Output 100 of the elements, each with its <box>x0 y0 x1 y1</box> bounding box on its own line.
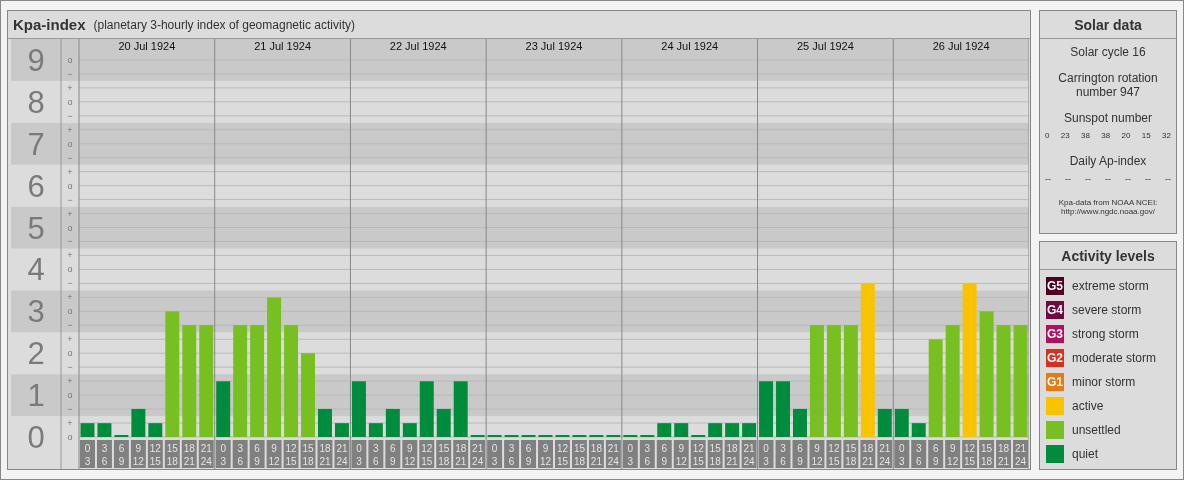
time-slot-label: 9 12 <box>538 440 553 468</box>
y-axis-label: 7 <box>27 126 45 162</box>
sublevel-label: − <box>67 68 73 79</box>
date-label: 25 Jul 1924 <box>797 40 854 52</box>
sublevel-label: o <box>67 180 73 191</box>
sunspot-value: 38 <box>1081 131 1090 140</box>
sunspot-value: 38 <box>1101 131 1111 140</box>
sublevel-label: + <box>67 124 73 135</box>
y-axis-label: 3 <box>27 294 45 330</box>
date-label: 22 Jul 1924 <box>389 40 447 52</box>
sublevel-label: − <box>67 362 73 373</box>
level-badge: G2 <box>1046 349 1064 367</box>
sublevel-label: + <box>67 82 73 93</box>
sublevel-label: o <box>67 348 73 359</box>
time-slot-label: 12 15 <box>962 440 978 468</box>
sunspot-value: 23 <box>1060 131 1070 140</box>
y-axis-label: 0 <box>27 420 45 455</box>
sunspot-value: 32 <box>1162 131 1171 140</box>
sublevel-label: o <box>67 54 73 65</box>
level-label: quiet <box>1072 447 1099 461</box>
time-slot-label: 21 24 <box>1013 440 1028 468</box>
time-slot-label: 18 21 <box>860 440 876 468</box>
sublevel-label: + <box>67 418 73 429</box>
time-slot-label: 9 12 <box>809 440 825 468</box>
sublevel-label: + <box>67 166 73 177</box>
y-axis-label: 2 <box>27 336 45 372</box>
source-url: http://www.ngdc.noaa.gov/ <box>1061 207 1155 216</box>
date-label: 26 Jul 1924 <box>932 40 990 52</box>
date-label: 23 Jul 1924 <box>525 40 583 52</box>
ap-index-value: -- <box>1105 174 1111 184</box>
level-label: strong storm <box>1072 327 1139 341</box>
y-axis-label: 4 <box>27 252 45 288</box>
sublevel-label: o <box>67 264 73 275</box>
time-slot-label: 0 3 <box>351 440 367 468</box>
date-label: 24 Jul 1924 <box>661 40 719 52</box>
level-badge: G1 <box>1046 373 1064 391</box>
level-badge: G3 <box>1046 325 1064 343</box>
time-slot-label: 15 18 <box>843 440 859 468</box>
ap-index-label: Daily Ap-index <box>1069 154 1147 168</box>
time-slot-label: 0 3 <box>487 440 503 468</box>
y-axis-label: 5 <box>27 210 45 246</box>
panel-title: Activity levels <box>1040 242 1176 270</box>
time-slot-label: 12 15 <box>826 440 842 468</box>
sublevel-label: o <box>67 306 73 317</box>
time-slot-label: 15 18 <box>979 440 995 468</box>
date-label: 21 Jul 1924 <box>254 40 311 52</box>
time-slot-label: 9 12 <box>402 440 418 468</box>
panel-title: Kpa-index <box>13 16 86 33</box>
y-axis-label: 8 <box>27 84 45 120</box>
sublevel-label: o <box>67 432 73 442</box>
sublevel-label: − <box>67 194 73 205</box>
sunspot-label: Sunspot number <box>1063 111 1153 125</box>
sublevel-label: − <box>67 320 73 331</box>
source-note: Kpa-data from NOAA NCEI: <box>1058 198 1158 207</box>
time-slot-label: 3 6 <box>911 440 927 468</box>
sublevel-label: − <box>67 278 73 289</box>
panel-title: Solar data <box>1040 11 1176 39</box>
level-badge: G5 <box>1046 277 1064 295</box>
sublevel-label: + <box>67 334 73 345</box>
level-label: active <box>1072 399 1104 413</box>
sublevel-label: + <box>67 292 73 303</box>
sublevel-label: − <box>67 110 73 121</box>
time-slot-label: 0 3 <box>80 440 95 468</box>
time-slot-label: 6 9 <box>385 440 401 468</box>
ap-index-value: -- <box>1065 174 1071 184</box>
carrington-rotation-text: Carrington rotation number 947 <box>1058 71 1158 99</box>
time-slot-label: 18 21 <box>453 440 469 468</box>
time-slot-label: 21 24 <box>877 440 893 468</box>
sublevel-label: o <box>67 222 73 233</box>
sublevel-label: o <box>67 138 73 149</box>
sunspot-value: 20 <box>1121 131 1131 140</box>
time-slot-label: 15 18 <box>436 440 452 468</box>
time-slot-label: 12 15 <box>419 440 435 468</box>
ap-index-value: -- <box>1165 174 1171 184</box>
ap-index-value: -- <box>1085 174 1091 184</box>
date-label: 20 Jul 1924 <box>118 40 176 52</box>
sublevel-label: − <box>67 152 73 163</box>
time-slot-label: 21 24 <box>470 440 486 468</box>
sublevel-label: − <box>67 236 73 247</box>
ap-index-value: -- <box>1045 174 1051 184</box>
sublevel-label: + <box>67 250 73 261</box>
sunspot-value: 0 <box>1045 131 1050 140</box>
sunspot-value: 15 <box>1141 131 1151 140</box>
ap-index-value: -- <box>1125 174 1131 184</box>
time-slot-label: 6 9 <box>928 440 944 468</box>
level-label: unsettled <box>1072 423 1121 437</box>
y-axis-label: 1 <box>27 378 45 414</box>
time-slot-label: 6 9 <box>521 440 537 468</box>
sublevel-label: − <box>67 404 73 415</box>
time-slot-label: 18 21 <box>996 440 1012 468</box>
panel-subtitle: (planetary 3-hourly index of geomagnetic activity) <box>93 17 355 32</box>
level-label: severe storm <box>1072 303 1142 317</box>
y-axis-label: 9 <box>27 42 45 78</box>
level-label: minor storm <box>1072 375 1136 389</box>
time-slot-label: 12 15 <box>555 440 570 468</box>
ap-index-value: -- <box>1145 174 1151 184</box>
time-slot-label: 0 3 <box>894 440 910 468</box>
sublevel-label: + <box>67 208 73 219</box>
sublevel-label: o <box>67 96 73 107</box>
time-slot-label: 21 24 <box>334 440 350 468</box>
